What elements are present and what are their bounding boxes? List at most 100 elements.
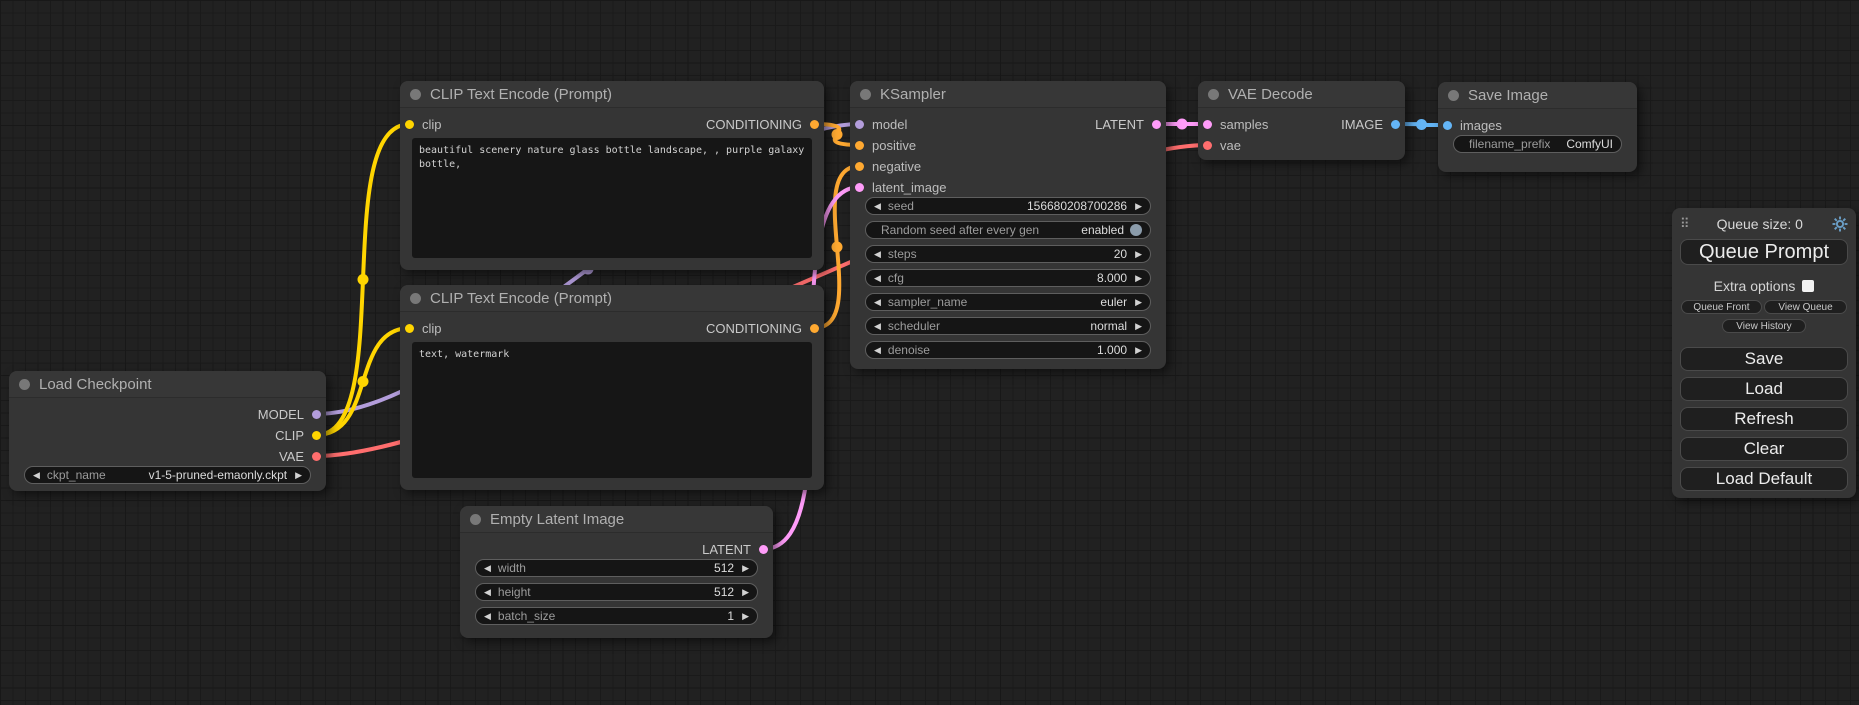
decrement-arrow-icon[interactable]: ◀ (33, 471, 40, 480)
load-checkpoint-output-MODEL[interactable]: MODEL (258, 405, 321, 423)
slot-dot-icon[interactable] (405, 120, 414, 129)
node-clip-text-encode-positive[interactable]: CLIP Text Encode (Prompt) clip CONDITIONIN… (400, 81, 824, 270)
empty-latent-image-widget-width[interactable]: ◀width512▶ (475, 559, 758, 577)
slot-dot-icon[interactable] (855, 162, 864, 171)
load-checkpoint-title-bar[interactable]: Load Checkpoint (9, 371, 326, 398)
slot-dot-icon[interactable] (1391, 120, 1400, 129)
node-clip-text-encode-negative[interactable]: CLIP Text Encode (Prompt) clip CONDITIONIN… (400, 285, 824, 490)
clip-text-encode-negative-input-clip[interactable]: clip (405, 319, 442, 337)
slot-dot-icon[interactable] (1443, 121, 1452, 130)
decrement-arrow-icon[interactable]: ◀ (874, 298, 881, 307)
decrement-arrow-icon[interactable]: ◀ (484, 588, 491, 597)
empty-latent-image-widget-batch_size[interactable]: ◀batch_size1▶ (475, 607, 758, 625)
ksampler-widget-steps[interactable]: ◀steps20▶ (865, 245, 1151, 263)
clip-text-encode-positive-output-CONDITIONING[interactable]: CONDITIONING (706, 115, 819, 133)
slot-dot-icon[interactable] (810, 120, 819, 129)
view-history-button[interactable]: View History (1722, 319, 1806, 333)
increment-arrow-icon[interactable]: ▶ (1135, 346, 1142, 355)
node-vae-decode[interactable]: VAE Decode samples vae IMAGE (1198, 81, 1405, 160)
view-queue-button[interactable]: View Queue (1764, 300, 1847, 314)
decrement-arrow-icon[interactable]: ◀ (484, 564, 491, 573)
clip-text-encode-positive-title-bar[interactable]: CLIP Text Encode (Prompt) (400, 81, 824, 108)
increment-arrow-icon[interactable]: ▶ (295, 471, 302, 480)
slot-dot-icon[interactable] (1203, 141, 1212, 150)
increment-arrow-icon[interactable]: ▶ (1135, 202, 1142, 211)
ksampler-input-model[interactable]: model (855, 115, 907, 133)
save-image-input-images[interactable]: images (1443, 116, 1502, 134)
clip-text-encode-negative-output-CONDITIONING[interactable]: CONDITIONING (706, 319, 819, 337)
ksampler-widget-scheduler[interactable]: ◀schedulernormal▶ (865, 317, 1151, 335)
clear-button[interactable]: Clear (1680, 437, 1848, 461)
ksampler-widget-denoise[interactable]: ◀denoise1.000▶ (865, 341, 1151, 359)
node-load-checkpoint[interactable]: Load Checkpoint MODEL CLIP VAE◀ckpt_namev1-… (9, 371, 326, 491)
decrement-arrow-icon[interactable]: ◀ (874, 346, 881, 355)
empty-latent-image-widget-height[interactable]: ◀height512▶ (475, 583, 758, 601)
vae-decode-output-IMAGE[interactable]: IMAGE (1341, 115, 1400, 133)
ksampler-widget-seed[interactable]: ◀seed156680208700286▶ (865, 197, 1151, 215)
decrement-arrow-icon[interactable]: ◀ (484, 612, 491, 621)
slot-dot-icon[interactable] (312, 452, 321, 461)
queue-prompt-button[interactable]: Queue Prompt (1680, 239, 1848, 265)
slot-dot-icon[interactable] (1152, 120, 1161, 129)
extra-options-checkbox[interactable] (1802, 280, 1814, 292)
link-midpoint-dot-icon (358, 376, 369, 387)
vae-decode-input-samples[interactable]: samples (1203, 115, 1268, 133)
ksampler-input-negative[interactable]: negative (855, 157, 921, 175)
slot-dot-icon[interactable] (405, 324, 414, 333)
decrement-arrow-icon[interactable]: ◀ (874, 322, 881, 331)
decrement-arrow-icon[interactable]: ◀ (874, 274, 881, 283)
slot-dot-icon[interactable] (810, 324, 819, 333)
increment-arrow-icon[interactable]: ▶ (1135, 298, 1142, 307)
node-status-icon (410, 293, 421, 304)
load-button[interactable]: Load (1680, 377, 1848, 401)
node-graph-canvas[interactable]: Load Checkpoint MODEL CLIP VAE◀ckpt_namev1-… (0, 0, 1859, 705)
toggle-icon[interactable] (1130, 224, 1142, 236)
vae-decode-input-vae[interactable]: vae (1203, 136, 1241, 154)
increment-arrow-icon[interactable]: ▶ (742, 588, 749, 597)
increment-arrow-icon[interactable]: ▶ (1135, 322, 1142, 331)
slot-dot-icon[interactable] (312, 410, 321, 419)
load-default-button[interactable]: Load Default (1680, 467, 1848, 491)
save-button[interactable]: Save (1680, 347, 1848, 371)
ksampler-title-bar[interactable]: KSampler (850, 81, 1166, 108)
clip-text-encode-positive-input-clip[interactable]: clip (405, 115, 442, 133)
increment-arrow-icon[interactable]: ▶ (742, 612, 749, 621)
slot-dot-icon[interactable] (759, 545, 768, 554)
increment-arrow-icon[interactable]: ▶ (1135, 250, 1142, 259)
save-image-title-bar[interactable]: Save Image (1438, 82, 1637, 109)
slot-dot-icon[interactable] (312, 431, 321, 440)
load-checkpoint-output-CLIP[interactable]: CLIP (275, 426, 321, 444)
clip-text-encode-negative-title-bar[interactable]: CLIP Text Encode (Prompt) (400, 285, 824, 312)
queue-front-button[interactable]: Queue Front (1681, 300, 1762, 314)
clip-text-encode-negative-prompt-textarea[interactable]: text, watermark (412, 342, 812, 478)
vae-decode-title-bar[interactable]: VAE Decode (1198, 81, 1405, 108)
drag-handle-icon[interactable]: ⠿ (1680, 216, 1688, 232)
clip-text-encode-positive-prompt-textarea[interactable]: beautiful scenery nature glass bottle la… (412, 138, 812, 258)
refresh-button[interactable]: Refresh (1680, 407, 1848, 431)
empty-latent-image-output-LATENT[interactable]: LATENT (702, 540, 768, 558)
node-ksampler[interactable]: KSampler model positive negative latent_imag… (850, 81, 1166, 369)
widget-label: filename_prefix (1469, 137, 1550, 151)
ksampler-widget-cfg[interactable]: ◀cfg8.000▶ (865, 269, 1151, 287)
node-empty-latent-image[interactable]: Empty Latent Image LATENT◀width512▶ ◀heigh… (460, 506, 773, 638)
load-checkpoint-output-VAE[interactable]: VAE (279, 447, 321, 465)
slot-dot-icon[interactable] (1203, 120, 1212, 129)
save-image-widget-filename_prefix[interactable]: filename_prefixComfyUI (1453, 135, 1622, 153)
increment-arrow-icon[interactable]: ▶ (742, 564, 749, 573)
decrement-arrow-icon[interactable]: ◀ (874, 202, 881, 211)
ksampler-input-latent_image[interactable]: latent_image (855, 178, 946, 196)
ksampler-input-positive[interactable]: positive (855, 136, 916, 154)
settings-gear-icon[interactable] (1832, 216, 1848, 232)
slot-dot-icon[interactable] (855, 141, 864, 150)
slot-dot-icon[interactable] (855, 183, 864, 192)
slot-dot-icon[interactable] (855, 120, 864, 129)
empty-latent-image-title-bar[interactable]: Empty Latent Image (460, 506, 773, 533)
node-save-image[interactable]: Save Image imagesfilename_prefixComfyUI (1438, 82, 1637, 172)
increment-arrow-icon[interactable]: ▶ (1135, 274, 1142, 283)
widget-value: 8.000 (1089, 271, 1127, 285)
ksampler-widget-random-seed-after-every-gen[interactable]: Random seed after every genenabled (865, 221, 1151, 239)
load-checkpoint-widget-ckpt_name[interactable]: ◀ckpt_namev1-5-pruned-emaonly.ckpt▶ (24, 466, 311, 484)
ksampler-output-LATENT[interactable]: LATENT (1095, 115, 1161, 133)
decrement-arrow-icon[interactable]: ◀ (874, 250, 881, 259)
ksampler-widget-sampler_name[interactable]: ◀sampler_nameeuler▶ (865, 293, 1151, 311)
